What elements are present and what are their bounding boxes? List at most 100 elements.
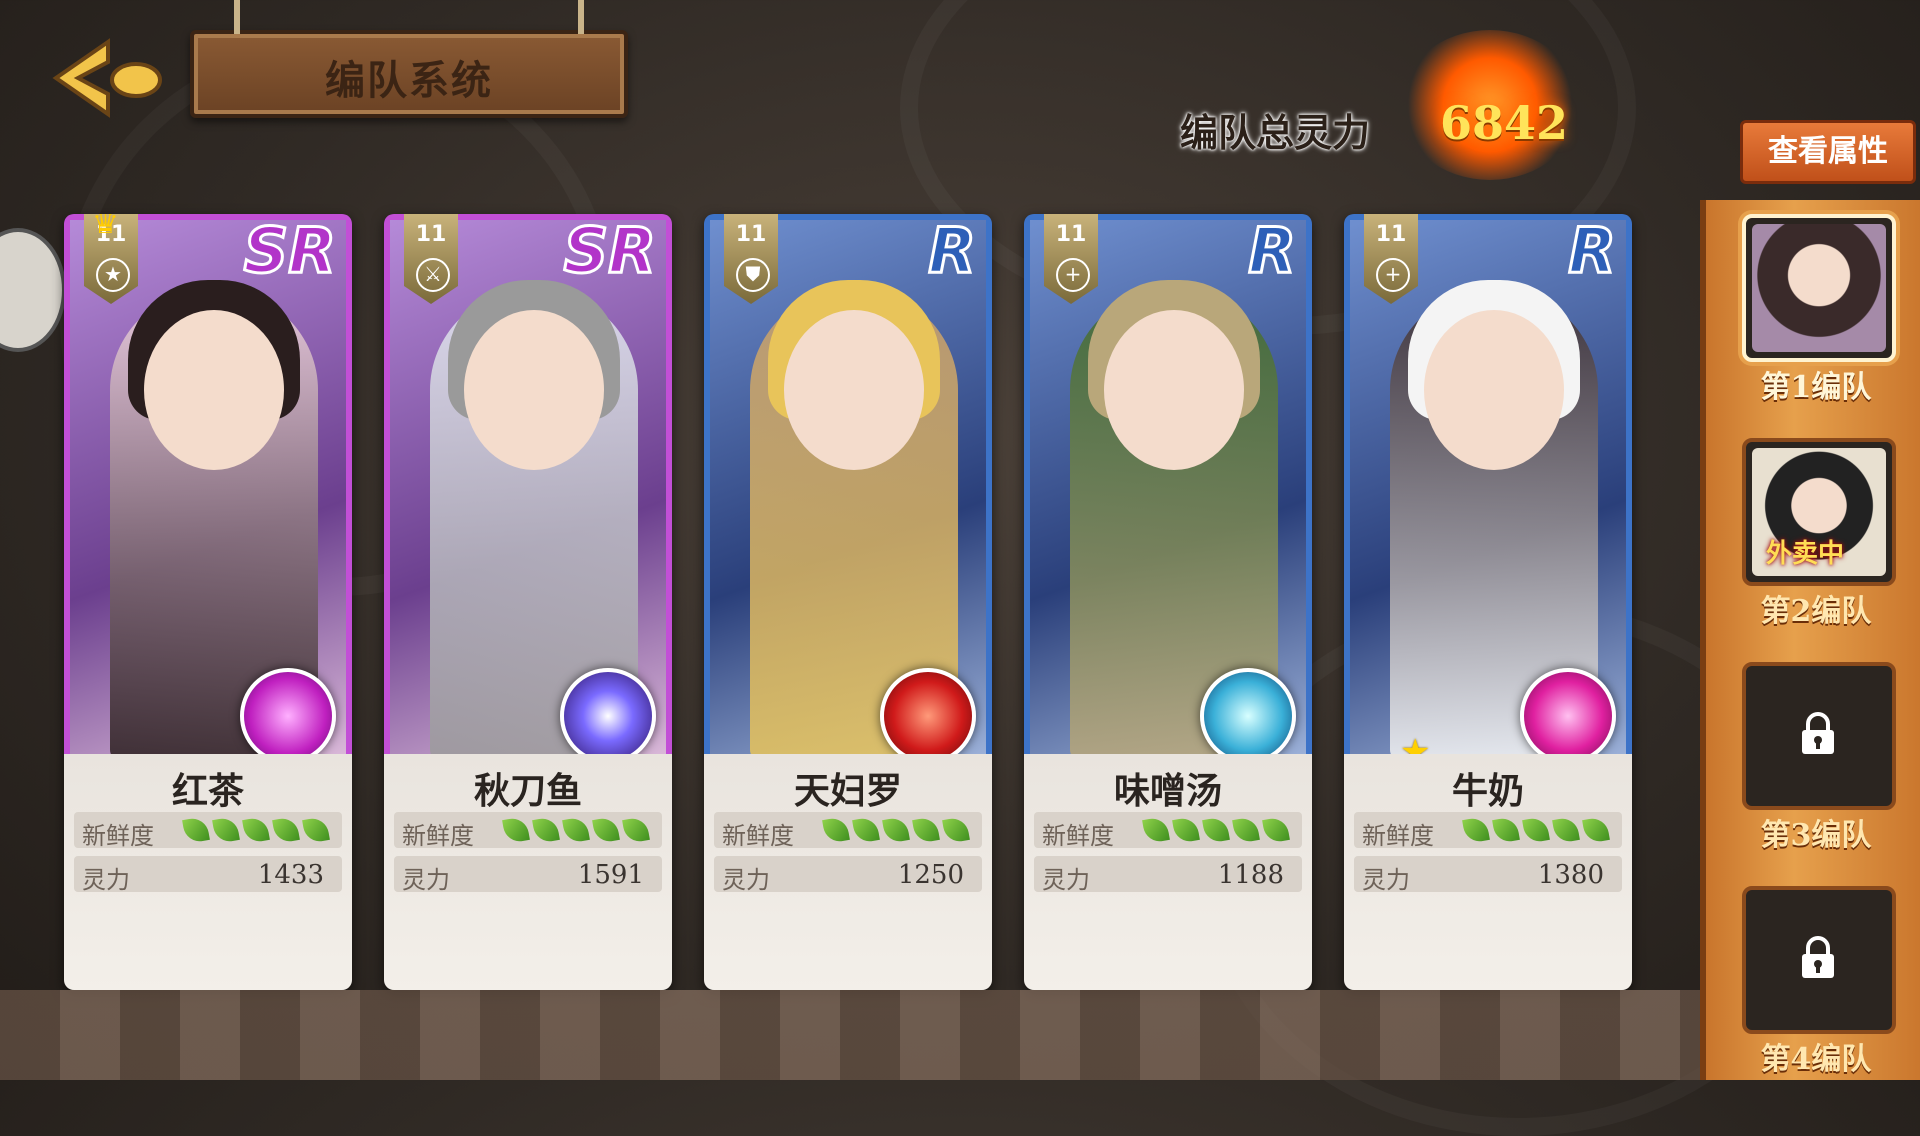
character-face xyxy=(144,310,284,470)
spirit-value: 1591 xyxy=(577,860,644,890)
freshness-row: 新鲜度 xyxy=(1354,812,1622,850)
card-info: 秋刀鱼 新鲜度 灵力 1591 xyxy=(384,754,672,990)
character-name: 秋刀鱼 xyxy=(473,770,582,812)
team-slot-3[interactable] xyxy=(1742,662,1896,810)
leaf-icon xyxy=(502,816,530,844)
team-slot-2[interactable]: 外卖中 xyxy=(1742,438,1896,586)
blue-water-orb-icon[interactable] xyxy=(1200,668,1296,764)
rarity-badge: SR xyxy=(242,214,337,289)
purple-burst-orb-icon[interactable] xyxy=(560,668,656,764)
character-card[interactable]: 11 ⚔ SR 秋刀鱼 新鲜度 灵力 1591 xyxy=(384,214,672,990)
team-label-3: 第3编队 xyxy=(1760,818,1872,853)
spirit-label: 灵力 xyxy=(1362,866,1410,894)
character-portrait: 11 ⛊ R xyxy=(704,214,992,764)
leaf-icon xyxy=(1142,816,1170,844)
freshness-leaves xyxy=(822,816,974,846)
lock-icon xyxy=(1802,936,1834,978)
leaf-icon xyxy=(942,816,970,844)
leaf-icon xyxy=(1492,816,1520,844)
pink-flower-orb-icon[interactable] xyxy=(240,668,336,764)
leaf-icon xyxy=(302,816,330,844)
freshness-leaves xyxy=(502,816,654,846)
back-arrow-icon xyxy=(52,38,162,118)
character-portrait: 11 ★ ♛ SR xyxy=(64,214,352,764)
leaf-icon xyxy=(242,816,270,844)
level-badge: 11 ⚔ xyxy=(404,214,458,304)
character-portrait: 11 + R ★ xyxy=(1344,214,1632,772)
character-name: 味噌汤 xyxy=(1113,770,1222,812)
leaf-icon xyxy=(272,816,300,844)
floor-decoration xyxy=(0,990,1700,1080)
spirit-row: 灵力 1433 xyxy=(74,856,342,894)
back-button[interactable] xyxy=(48,36,168,120)
leaf-icon xyxy=(212,816,240,844)
team-slot-4[interactable] xyxy=(1742,886,1896,1034)
rope xyxy=(578,0,584,34)
leaf-icon xyxy=(1462,816,1490,844)
character-name: 天妇罗 xyxy=(793,770,902,812)
rope xyxy=(234,0,240,34)
side-toggle-button[interactable] xyxy=(0,228,66,352)
freshness-label: 新鲜度 xyxy=(82,822,154,850)
crown-icon: ♛ xyxy=(92,214,119,241)
spirit-label: 灵力 xyxy=(1042,866,1090,894)
card-info: 红茶 新鲜度 灵力 1433 xyxy=(64,754,352,990)
spirit-label: 灵力 xyxy=(82,866,130,894)
level-value: 11 xyxy=(1375,222,1407,247)
character-card[interactable]: 11 + R ★ 牛奶 新鲜度 灵力 1380 xyxy=(1344,214,1632,990)
card-info: 天妇罗 新鲜度 灵力 1250 xyxy=(704,754,992,990)
leaf-icon xyxy=(822,816,850,844)
page-title: 编队系统 xyxy=(325,57,493,104)
team-avatar xyxy=(1752,224,1886,352)
spirit-row: 灵力 1188 xyxy=(1034,856,1302,894)
leaf-icon xyxy=(1172,816,1200,844)
level-badge: 11 + xyxy=(1044,214,1098,304)
swords-icon: ⚔ xyxy=(416,258,450,292)
rarity-badge: SR xyxy=(562,214,657,289)
plus-icon: + xyxy=(1376,258,1410,292)
star-icon: ★ xyxy=(96,258,130,292)
freshness-leaves xyxy=(182,816,334,846)
total-power-value: 6842 xyxy=(1440,96,1569,150)
rarity-badge: R xyxy=(1247,214,1298,289)
freshness-row: 新鲜度 xyxy=(394,812,662,850)
character-face xyxy=(1424,310,1564,470)
view-attributes-button[interactable]: 查看属性 xyxy=(1740,120,1916,184)
level-value: 11 xyxy=(735,222,767,247)
leaf-icon xyxy=(1582,816,1610,844)
freshness-leaves xyxy=(1462,816,1614,846)
freshness-label: 新鲜度 xyxy=(722,822,794,850)
total-power-label: 编队总灵力 xyxy=(1180,110,1371,155)
plus-icon: + xyxy=(1056,258,1090,292)
character-card[interactable]: 11 + R 味噌汤 新鲜度 灵力 1188 xyxy=(1024,214,1312,990)
spirit-value: 1250 xyxy=(897,860,964,890)
team-slot-1[interactable] xyxy=(1742,214,1896,362)
freshness-leaves xyxy=(1142,816,1294,846)
spirit-label: 灵力 xyxy=(722,866,770,894)
leaf-icon xyxy=(1522,816,1550,844)
freshness-label: 新鲜度 xyxy=(402,822,474,850)
leaf-icon xyxy=(1232,816,1260,844)
freshness-row: 新鲜度 xyxy=(714,812,982,850)
level-value: 11 xyxy=(415,222,447,247)
character-card[interactable]: 11 ★ ♛ SR 红茶 新鲜度 灵力 1433 xyxy=(64,214,352,990)
red-slash-orb-icon[interactable] xyxy=(880,668,976,764)
magenta-heal-orb-icon[interactable] xyxy=(1520,668,1616,764)
team-label-1: 第1编队 xyxy=(1760,370,1872,405)
character-face xyxy=(784,310,924,470)
leaf-icon xyxy=(1552,816,1580,844)
freshness-row: 新鲜度 xyxy=(1034,812,1302,850)
spirit-value: 1433 xyxy=(257,860,324,890)
spirit-row: 灵力 1250 xyxy=(714,856,982,894)
delivery-status: 外卖中 xyxy=(1766,539,1845,569)
freshness-row: 新鲜度 xyxy=(74,812,342,850)
rarity-badge: R xyxy=(1567,214,1618,289)
spirit-value: 1188 xyxy=(1217,860,1284,890)
character-card[interactable]: 11 ⛊ R 天妇罗 新鲜度 灵力 1250 xyxy=(704,214,992,990)
level-badge: 11 + xyxy=(1364,214,1418,304)
spirit-label: 灵力 xyxy=(402,866,450,894)
level-badge: 11 ⛊ xyxy=(724,214,778,304)
character-face xyxy=(464,310,604,470)
team-label-4: 第4编队 xyxy=(1760,1042,1872,1077)
spirit-row: 灵力 1380 xyxy=(1354,856,1622,894)
